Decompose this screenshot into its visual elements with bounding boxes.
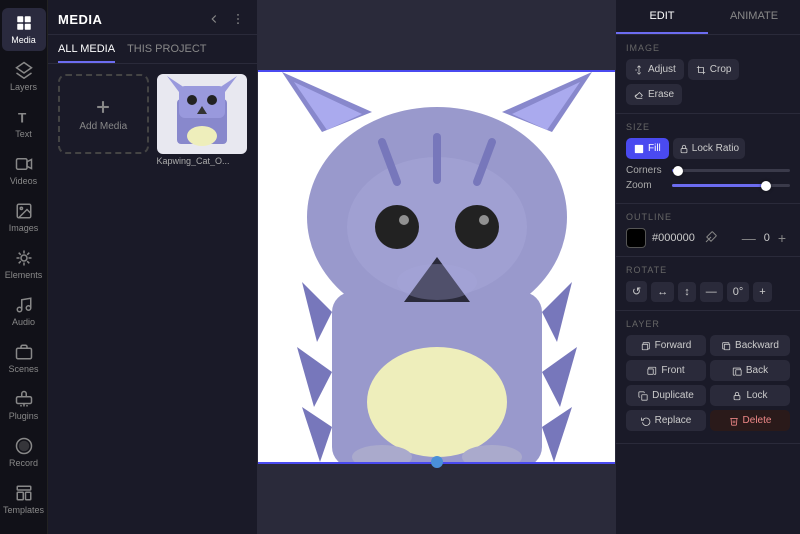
- outline-color-swatch[interactable]: [626, 228, 646, 248]
- media-panel: MEDIA ALL MEDIA THIS PROJECT Add Media: [48, 0, 258, 534]
- erase-button[interactable]: Erase: [626, 84, 682, 105]
- media-tabs: ALL MEDIA THIS PROJECT: [48, 35, 257, 64]
- main-canvas: [258, 0, 615, 534]
- rotate-section: ROTATE ↺ ↔ ↕ — 0° +: [616, 257, 800, 311]
- canvas-frame[interactable]: [258, 72, 615, 462]
- flip-v-button[interactable]: ↕: [678, 282, 696, 302]
- backward-button[interactable]: Backward: [710, 335, 790, 356]
- sidebar-item-media[interactable]: Media: [2, 8, 46, 51]
- sidebar-item-plugins[interactable]: Plugins: [2, 384, 46, 427]
- sidebar-item-templates[interactable]: Templates: [2, 478, 46, 521]
- rotate-ccw-button[interactable]: ↺: [626, 281, 647, 302]
- corners-label: Corners: [626, 165, 666, 176]
- rotate-value-button[interactable]: 0°: [727, 282, 750, 302]
- outline-number-value: 0: [764, 232, 770, 244]
- fill-button[interactable]: Fill: [626, 138, 669, 159]
- front-button[interactable]: Front: [626, 360, 706, 381]
- collapse-panel-button[interactable]: [205, 10, 223, 28]
- outline-section: OUTLINE #000000 — 0 +: [616, 204, 800, 257]
- adjust-button[interactable]: Adjust: [626, 59, 684, 80]
- layer-dup-lock-row: Duplicate Lock: [626, 385, 790, 406]
- layer-section-label: LAYER: [626, 319, 790, 329]
- flip-h-button[interactable]: ↔: [651, 282, 674, 302]
- add-media-button[interactable]: Add Media: [58, 74, 149, 154]
- layer-order-row: Forward Backward: [626, 335, 790, 356]
- outline-color-value: #000000: [652, 232, 695, 244]
- crop-button[interactable]: Crop: [688, 59, 740, 80]
- outline-controls: — 0 +: [738, 229, 790, 247]
- outline-section-label: OUTLINE: [626, 212, 790, 222]
- more-options-button[interactable]: [229, 10, 247, 28]
- tab-all-media[interactable]: ALL MEDIA: [58, 43, 115, 63]
- tab-this-project[interactable]: THIS PROJECT: [127, 43, 206, 63]
- rotate-increase-button[interactable]: +: [753, 282, 771, 302]
- svg-text:T: T: [18, 110, 27, 125]
- replace-button[interactable]: Replace: [626, 410, 706, 431]
- cat-illustration: [258, 72, 615, 462]
- zoom-label: Zoom: [626, 180, 666, 191]
- rotate-controls: ↺ ↔ ↕ — 0° +: [626, 281, 790, 302]
- image-buttons: Adjust Crop Erase: [626, 59, 790, 105]
- duplicate-button[interactable]: Duplicate: [626, 385, 706, 406]
- layer-section: LAYER Forward Backward Front Back: [616, 311, 800, 444]
- tab-animate[interactable]: ANIMATE: [708, 0, 800, 34]
- media-item[interactable]: Kapwing_Cat_O...: [157, 74, 248, 166]
- lock-button[interactable]: Lock: [710, 385, 790, 406]
- media-grid: Add Media: [48, 64, 257, 176]
- left-sidebar: Media Layers T Text Videos Images Elemen…: [0, 0, 48, 534]
- rotate-section-label: ROTATE: [626, 265, 790, 275]
- lock-ratio-button[interactable]: Lock Ratio: [673, 138, 745, 159]
- size-section: SIZE Fill Lock Ratio Corners Zoom: [616, 114, 800, 204]
- media-thumbnail: [157, 74, 248, 154]
- sidebar-item-images[interactable]: Images: [2, 196, 46, 239]
- outline-decrease-button[interactable]: —: [738, 229, 760, 247]
- sidebar-item-elements[interactable]: Elements: [2, 243, 46, 286]
- layer-front-back-row: Front Back: [626, 360, 790, 381]
- sidebar-item-videos[interactable]: Videos: [2, 149, 46, 192]
- zoom-slider[interactable]: [672, 184, 790, 187]
- forward-button[interactable]: Forward: [626, 335, 706, 356]
- outline-row: #000000 — 0 +: [626, 228, 790, 248]
- outline-increase-button[interactable]: +: [774, 229, 790, 247]
- back-button[interactable]: Back: [710, 360, 790, 381]
- layer-replace-delete-row: Replace Delete: [626, 410, 790, 431]
- right-panel: EDIT ANIMATE IMAGE Adjust Crop Erase SIZ…: [615, 0, 800, 534]
- sidebar-item-audio[interactable]: Audio: [2, 290, 46, 333]
- sidebar-item-text[interactable]: T Text: [2, 102, 46, 145]
- rotate-decrease-button[interactable]: —: [700, 282, 723, 302]
- media-item-label: Kapwing_Cat_O...: [157, 156, 247, 166]
- media-panel-actions: [205, 10, 247, 28]
- corners-slider[interactable]: [672, 169, 790, 172]
- sidebar-item-layers[interactable]: Layers: [2, 55, 46, 98]
- image-section: IMAGE Adjust Crop Erase: [616, 35, 800, 114]
- delete-button[interactable]: Delete: [710, 410, 790, 431]
- eyedropper-button[interactable]: [701, 229, 721, 247]
- sidebar-item-scenes[interactable]: Scenes: [2, 337, 46, 380]
- media-panel-header: MEDIA: [48, 0, 257, 35]
- size-section-label: SIZE: [626, 122, 790, 132]
- right-panel-tabs: EDIT ANIMATE: [616, 0, 800, 35]
- handle-bottom-center[interactable]: [431, 456, 443, 468]
- media-panel-title: MEDIA: [58, 12, 102, 27]
- sidebar-item-record[interactable]: Record: [2, 431, 46, 474]
- image-section-label: IMAGE: [626, 43, 790, 53]
- tab-edit[interactable]: EDIT: [616, 0, 708, 34]
